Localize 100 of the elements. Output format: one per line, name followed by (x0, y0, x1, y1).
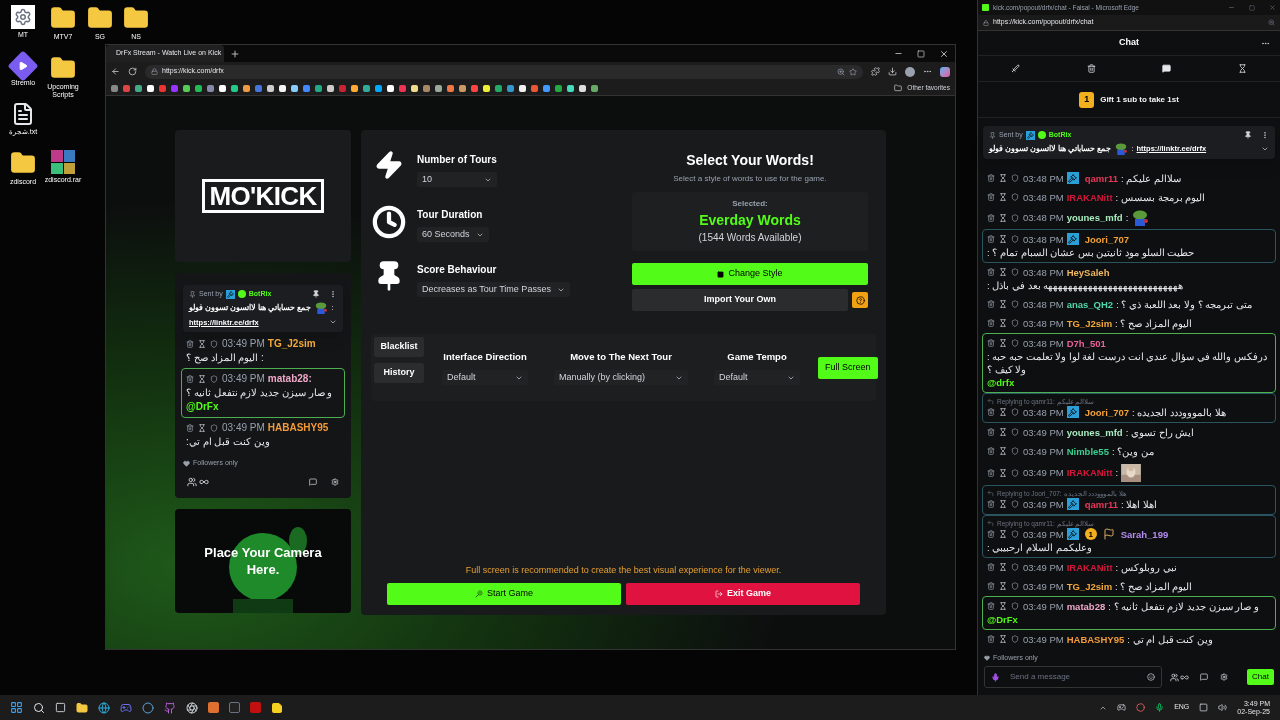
username[interactable]: HeySaleh (1066, 265, 1110, 279)
shield-icon[interactable] (1011, 339, 1019, 347)
document-icon[interactable] (11, 102, 35, 126)
trash-icon[interactable] (987, 582, 995, 590)
github-icon[interactable] (164, 701, 176, 714)
trash-icon[interactable] (987, 300, 995, 308)
sword-icon[interactable] (1011, 64, 1021, 73)
trash-icon[interactable] (186, 423, 194, 432)
shield-icon[interactable] (1011, 300, 1019, 308)
more-icon[interactable] (923, 67, 932, 76)
extensions-icon[interactable] (871, 67, 880, 76)
trash-icon[interactable] (987, 602, 995, 610)
trash-icon[interactable] (987, 500, 995, 508)
shield-icon[interactable] (1011, 319, 1019, 327)
folder-icon[interactable] (76, 701, 88, 714)
shield-icon[interactable] (210, 339, 218, 348)
username[interactable]: TG_J2sim (1066, 316, 1113, 330)
archive-icon[interactable] (51, 150, 75, 174)
hourglass-icon[interactable] (999, 193, 1007, 201)
trash-icon[interactable] (987, 563, 995, 571)
shield-icon[interactable] (1011, 500, 1019, 508)
emoji-icon[interactable] (1147, 673, 1155, 681)
users-icon[interactable] (187, 477, 197, 488)
star-icon[interactable] (849, 67, 857, 76)
start-game-button[interactable]: Start Game (387, 583, 621, 605)
search-icon[interactable] (33, 701, 45, 714)
username[interactable]: IRAKANitt (1066, 466, 1113, 479)
username[interactable]: qamr11 (1084, 171, 1118, 185)
trash-icon[interactable] (1086, 64, 1096, 73)
hourglass-icon[interactable] (198, 423, 206, 432)
new-tab-icon[interactable] (230, 48, 240, 59)
side-tab[interactable]: Blacklist (374, 337, 424, 357)
folder-icon[interactable] (50, 55, 76, 81)
shield-icon[interactable] (1011, 530, 1019, 538)
username[interactable]: IRAKANitt (1066, 560, 1113, 574)
hourglass-icon[interactable] (999, 447, 1007, 455)
hourglass-icon[interactable] (999, 428, 1007, 436)
shield-icon[interactable] (210, 374, 218, 383)
trash-icon[interactable] (186, 339, 194, 348)
username[interactable]: TG_J2sim (267, 336, 316, 351)
hourglass-icon[interactable] (999, 408, 1007, 416)
username[interactable]: Sarah_199 (1120, 527, 1169, 541)
start-icon[interactable] (10, 701, 23, 714)
users-icon[interactable] (1170, 672, 1179, 682)
hourglass-icon[interactable] (999, 563, 1007, 571)
shield-icon[interactable] (1011, 213, 1019, 222)
username[interactable]: IRAKANitt (1066, 190, 1113, 204)
side-tab[interactable]: History (374, 363, 424, 383)
trash-icon[interactable] (987, 447, 995, 455)
trash-icon[interactable] (987, 174, 995, 182)
hourglass-icon[interactable] (1237, 64, 1247, 73)
dropdown[interactable]: 10 (417, 172, 497, 187)
username[interactable]: TG_J2sim (1066, 579, 1113, 593)
trash-icon[interactable] (987, 428, 995, 436)
hourglass-icon[interactable] (999, 602, 1007, 610)
folder-icon[interactable] (50, 5, 76, 31)
shield-icon[interactable] (1011, 193, 1019, 201)
trash-icon[interactable] (987, 319, 995, 327)
shield-icon[interactable] (1011, 174, 1019, 182)
username[interactable]: D7h_501 (1066, 336, 1106, 350)
dropdown[interactable]: Decreases as Tour Time Passes (417, 282, 570, 297)
hourglass-icon[interactable] (999, 530, 1007, 538)
shield-icon[interactable] (1011, 582, 1019, 590)
username[interactable]: anas_QH2 (1066, 297, 1114, 311)
hourglass-icon[interactable] (999, 500, 1007, 508)
hourglass-icon[interactable] (999, 339, 1007, 347)
trash-icon[interactable] (987, 468, 995, 477)
username[interactable]: Joori_707 (1084, 405, 1130, 419)
hourglass-icon[interactable] (999, 319, 1007, 327)
message-composer[interactable]: Send a message (984, 666, 1162, 688)
exit-game-button[interactable]: Exit Game (626, 583, 860, 605)
username[interactable]: matab28: (267, 371, 312, 386)
shield-icon[interactable] (1011, 563, 1019, 571)
trash-icon[interactable] (987, 408, 995, 416)
settings-icon[interactable] (1220, 673, 1228, 681)
full-screen-button[interactable]: Full Screen (818, 356, 878, 379)
hourglass-icon[interactable] (999, 635, 1007, 643)
username[interactable]: qamr11 (1084, 497, 1118, 511)
dropdown[interactable]: Default (714, 370, 800, 386)
sticky-note-icon[interactable] (271, 701, 283, 714)
dropdown[interactable]: 60 Seconds (417, 227, 489, 242)
trash-icon[interactable] (987, 339, 995, 347)
trash-icon[interactable] (987, 213, 995, 222)
folder-icon[interactable] (87, 5, 113, 31)
username[interactable]: HABASHY95 (267, 420, 329, 435)
hourglass-icon[interactable] (999, 235, 1007, 243)
shield-icon[interactable] (1011, 268, 1019, 276)
infinity-icon[interactable] (1180, 672, 1189, 682)
shield-icon[interactable] (1011, 635, 1019, 643)
username[interactable]: Nimble55 (1066, 444, 1109, 458)
pin-icon[interactable] (1244, 131, 1252, 140)
username[interactable]: matab28 (1066, 599, 1106, 613)
help-button[interactable] (852, 292, 868, 308)
close-icon[interactable] (939, 48, 949, 59)
trash-icon[interactable] (987, 268, 995, 276)
volume-icon[interactable] (1218, 703, 1228, 712)
trash-icon[interactable] (987, 193, 995, 201)
hourglass-icon[interactable] (999, 213, 1007, 222)
pin-icon[interactable] (312, 290, 320, 299)
profile-avatar[interactable] (905, 66, 915, 77)
